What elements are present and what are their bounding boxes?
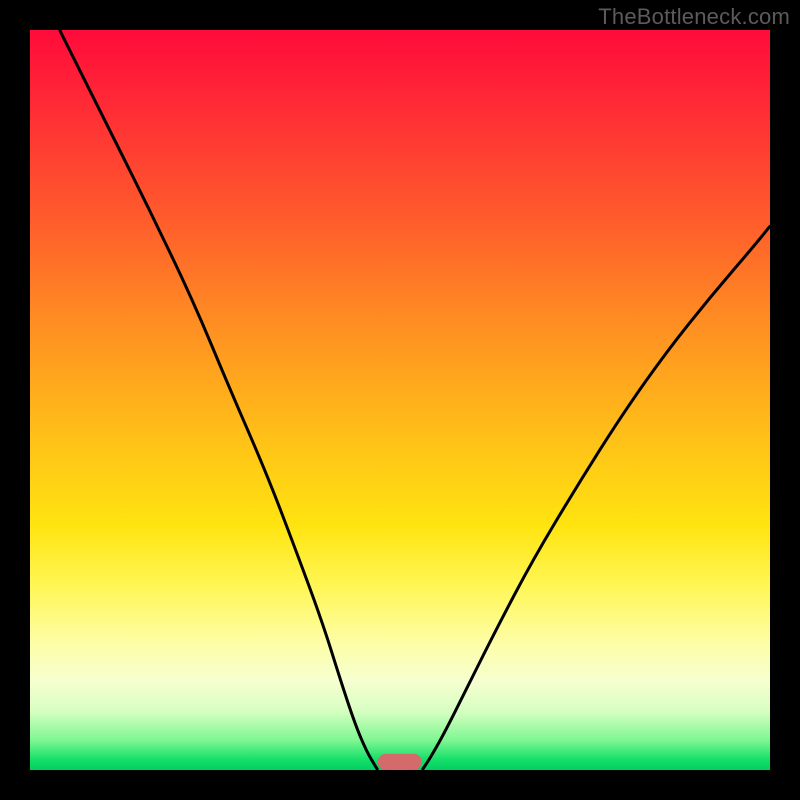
bottleneck-curves: [30, 30, 770, 770]
optimal-marker: [378, 754, 422, 770]
chart-frame: TheBottleneck.com: [0, 0, 800, 800]
plot-area: [30, 30, 770, 770]
watermark-text: TheBottleneck.com: [598, 4, 790, 30]
curve-left: [60, 30, 378, 770]
curve-right: [422, 226, 770, 770]
